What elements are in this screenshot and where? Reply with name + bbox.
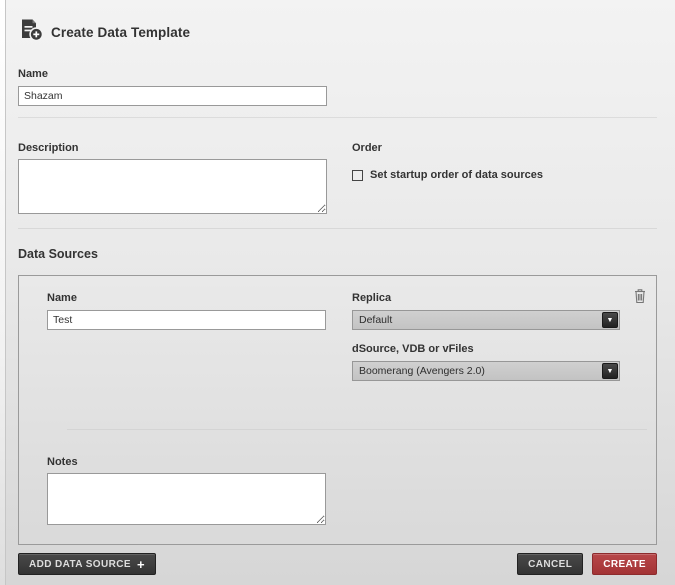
source-name-input[interactable]	[47, 310, 326, 330]
source-dropdown[interactable]: Boomerang (Avengers 2.0) ▼	[352, 361, 620, 381]
startup-order-checkbox-label: Set startup order of data sources	[370, 169, 543, 181]
page-title: Create Data Template	[51, 25, 190, 40]
document-add-icon	[18, 17, 44, 48]
replica-dropdown-value: Default	[353, 314, 602, 326]
replica-label: Replica	[352, 292, 620, 304]
notes-label: Notes	[47, 456, 620, 468]
data-source-fields-row: Name Replica Default ▼ dSource, VDB or v…	[47, 292, 620, 381]
section-divider	[18, 228, 657, 229]
source-dropdown-value: Boomerang (Avengers 2.0)	[353, 365, 602, 377]
add-data-source-button[interactable]: ADD DATA SOURCE +	[18, 553, 156, 575]
source-type-label: dSource, VDB or vFiles	[352, 343, 620, 355]
source-name-label: Name	[47, 292, 352, 304]
dialog-footer: ADD DATA SOURCE + CANCEL CREATE	[18, 553, 657, 575]
description-label: Description	[18, 142, 352, 154]
data-sources-heading: Data Sources	[18, 247, 657, 261]
add-data-source-label: ADD DATA SOURCE	[29, 559, 131, 570]
left-edge-strip	[0, 0, 6, 585]
trash-icon	[633, 292, 647, 307]
description-textarea[interactable]	[18, 159, 327, 214]
cancel-button[interactable]: CANCEL	[517, 553, 583, 575]
name-label: Name	[18, 68, 657, 80]
cancel-button-label: CANCEL	[528, 559, 572, 570]
chevron-down-icon: ▼	[602, 312, 618, 328]
plus-icon: +	[137, 558, 145, 571]
delete-data-source-button[interactable]	[633, 288, 647, 307]
create-button-label: CREATE	[603, 559, 646, 570]
dialog-content: Create Data Template Name Description Or…	[18, 0, 657, 585]
notes-textarea[interactable]	[47, 473, 326, 525]
order-label: Order	[352, 142, 657, 154]
chevron-down-icon: ▼	[602, 363, 618, 379]
startup-order-checkbox[interactable]	[352, 170, 363, 181]
replica-dropdown[interactable]: Default ▼	[352, 310, 620, 330]
dialog-header: Create Data Template	[18, 0, 657, 48]
data-source-entry-panel: Name Replica Default ▼ dSource, VDB or v…	[18, 275, 657, 545]
create-button[interactable]: CREATE	[592, 553, 657, 575]
section-divider	[18, 117, 657, 118]
panel-divider	[67, 429, 647, 430]
order-checkbox-row: Set startup order of data sources	[352, 169, 657, 181]
description-order-row: Description Order Set startup order of d…	[18, 142, 657, 214]
create-data-template-dialog: Create Data Template Name Description Or…	[0, 0, 675, 585]
name-input[interactable]	[18, 86, 327, 106]
